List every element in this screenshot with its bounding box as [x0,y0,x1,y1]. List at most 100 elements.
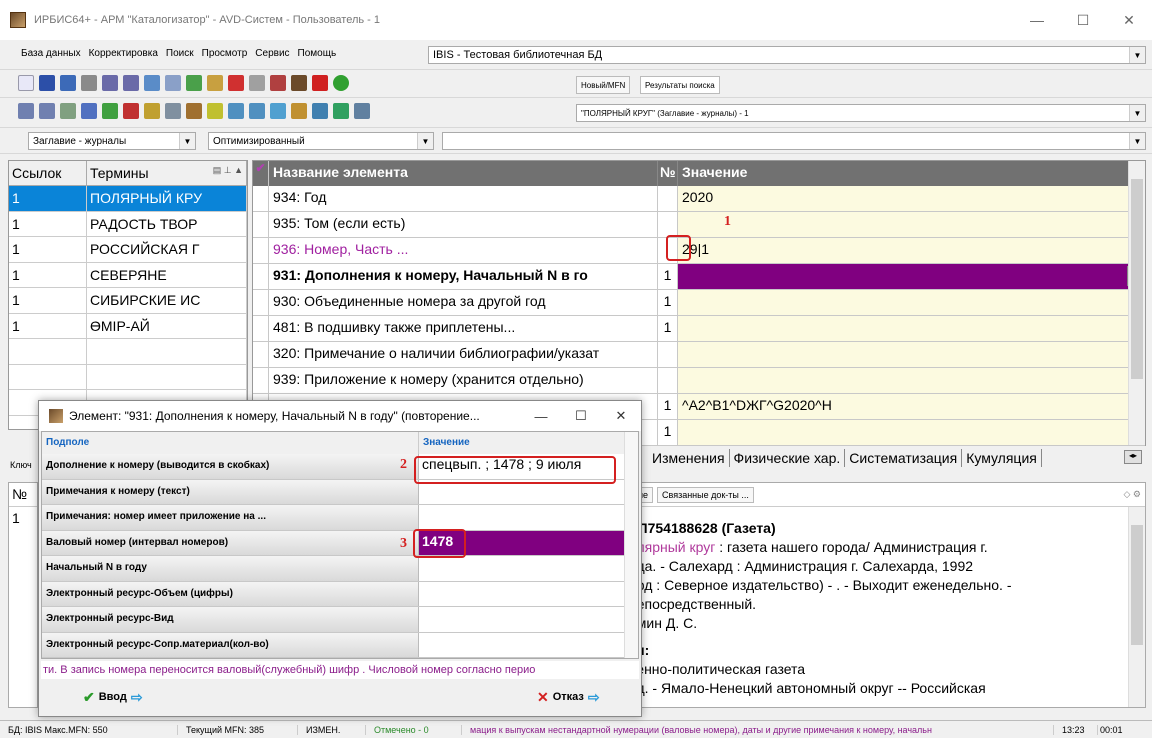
export-icon[interactable] [249,103,265,119]
filter-icon[interactable] [60,103,76,119]
field-value[interactable] [678,342,1145,367]
minimize-button[interactable]: — [1014,0,1060,40]
term-row[interactable]: 1 ӨМІР-АЙ [9,313,247,339]
database-select[interactable]: IBIS - Тестовая библиотечная БД ▼ [428,46,1146,64]
close-button[interactable]: ✕ [1106,0,1152,40]
settings-icon[interactable] [354,103,370,119]
field-value[interactable] [678,316,1145,341]
field-row-selected[interactable]: 931: Дополнения к номеру, Начальный N в … [253,264,1145,290]
subfield-row[interactable]: Примечания: номер имеет приложение на ..… [42,505,638,531]
format-select[interactable]: ▼ [442,132,1146,150]
undo-icon[interactable] [60,75,76,91]
tab-physical[interactable]: Физические хар. [730,449,846,467]
chevron-down-icon[interactable]: ▼ [179,133,195,149]
field-value[interactable] [678,212,1145,237]
copy-icon[interactable] [81,75,97,91]
chevron-down-icon[interactable]: ▼ [1129,133,1145,149]
link-icon[interactable] [165,103,181,119]
expand-icon[interactable]: ◂▸ [1124,450,1142,464]
z-icon[interactable] [312,75,328,91]
scrollbar-thumb[interactable] [1131,179,1143,379]
field-value[interactable] [678,290,1145,315]
col-num-header[interactable]: № [658,161,678,186]
mark-icon[interactable] [270,75,286,91]
tab-linked-docs[interactable]: Связанные док-ты ... [657,486,754,503]
subfield-row[interactable]: Электронный ресурс-Вид [42,607,638,633]
field-row[interactable]: 481: В подшивку также приплетены... 1 [253,316,1145,342]
prev-record-icon[interactable] [102,75,118,91]
folder-icon[interactable] [207,103,223,119]
cancel-button[interactable]: ✕ Отказ ⇨ [537,685,600,709]
subfield-row[interactable]: Электронный ресурс-Объем (цифры) [42,581,638,607]
search-icon[interactable] [18,103,34,119]
subfield-value[interactable] [419,607,638,632]
subfield-value[interactable] [419,556,638,581]
edit-icon[interactable] [207,75,223,91]
status-icon[interactable] [333,75,349,91]
field-row[interactable]: 935: Том (если есть) [253,212,1145,238]
col-terms-header[interactable]: Термины ▤ ⊥ ▲ [87,161,247,185]
pin-icon[interactable]: ▤ ⊥ ▲ [213,165,243,181]
tab-systematization[interactable]: Систематизация [845,449,963,467]
field-value[interactable]: ... [678,264,1145,289]
sequential-search-icon[interactable] [102,103,118,119]
col-subfield-header[interactable]: Подполе [42,432,419,454]
load-icon[interactable] [291,103,307,119]
col-count-header[interactable]: Ссылок [9,161,87,185]
term-row[interactable]: 1 СЕВЕРЯНЕ [9,262,247,288]
pin-icon[interactable]: ◇ ⚙ [1120,487,1146,502]
global-correction-icon[interactable] [144,103,160,119]
catalog-icon[interactable] [186,103,202,119]
next-record-icon[interactable] [123,75,139,91]
col-value-header[interactable]: Значение [419,432,638,454]
menu-view[interactable]: Просмотр [201,48,249,59]
terms-grid[interactable]: Ссылок Термины ▤ ⊥ ▲ 1 ПОЛЯРНЫЙ КРУ 1 РА… [8,160,248,430]
tree-icon[interactable] [186,75,202,91]
search-extended-icon[interactable] [39,103,55,119]
scrollbar-thumb[interactable] [1131,525,1143,645]
field-row[interactable]: 930: Объединенные номера за другой год 1 [253,290,1145,316]
close-button[interactable]: ✕ [601,408,641,424]
field-value[interactable]: 2020 [678,186,1145,211]
menu-database[interactable]: База данных [20,48,82,59]
copies-grid[interactable]: № 1 [8,482,38,708]
field-row[interactable]: 320: Примечание о наличии библиографии/у… [253,342,1145,368]
mode-select[interactable]: Оптимизированный ▼ [208,132,434,150]
subfield-row-selected[interactable]: Валовый номер (интервал номеров) 1478 [42,530,638,556]
tab-changes[interactable]: Изменения [648,449,730,467]
search-results-select[interactable]: "ПОЛЯРНЫЙ КРУГ" (Заглавие - журналы) - 1… [576,104,1146,122]
menu-service[interactable]: Сервис [254,48,290,59]
import-icon[interactable] [228,103,244,119]
term-row[interactable]: 1 РАДОСТЬ ТВОР [9,211,247,237]
grid-icon[interactable] [165,75,181,91]
chevron-down-icon[interactable]: ▼ [417,133,433,149]
format-icon[interactable] [123,103,139,119]
delete-icon[interactable] [228,75,244,91]
subfield-value[interactable] [419,582,638,607]
tab-cumulation[interactable]: Кумуляция [962,449,1042,467]
ok-button[interactable]: ✔ Ввод ⇨ [83,685,143,709]
properties-icon[interactable] [249,75,265,91]
minimize-button[interactable]: — [521,409,561,424]
term-row[interactable]: 1 СИБИРСКИЕ ИС [9,288,247,314]
field-row[interactable]: 939: Приложение к номеру (хранится отдел… [253,368,1145,394]
maximize-button[interactable]: ☐ [561,408,601,424]
tab-new-mfn[interactable]: Новый/MFN [576,76,631,94]
menu-search[interactable]: Поиск [165,48,195,59]
subfield-value[interactable] [419,505,638,530]
field-value[interactable]: 29|1 [678,238,1145,263]
field-value[interactable] [678,368,1145,393]
field-row[interactable]: 936: Номер, Часть ... 29|1 [253,238,1145,264]
subfield-row[interactable]: Электронный ресурс-Сопр.материал(кол-во) [42,632,638,658]
subfield-value[interactable] [419,633,638,658]
chevron-down-icon[interactable]: ▼ [1129,47,1145,63]
copy-record-icon[interactable] [270,103,286,119]
subfield-row[interactable]: Начальный N в году [42,556,638,582]
tab-search-results[interactable]: Результаты поиска [640,76,720,94]
col-value-header[interactable]: Значение [678,161,1145,186]
dictionary-select[interactable]: Заглавие - журналы ▼ [28,132,196,150]
new-record-icon[interactable] [18,75,34,91]
term-row[interactable]: 1 ПОЛЯРНЫЙ КРУ [9,186,247,212]
copies-row[interactable]: 1 [9,507,37,529]
description-scrollbar[interactable] [1128,507,1145,707]
